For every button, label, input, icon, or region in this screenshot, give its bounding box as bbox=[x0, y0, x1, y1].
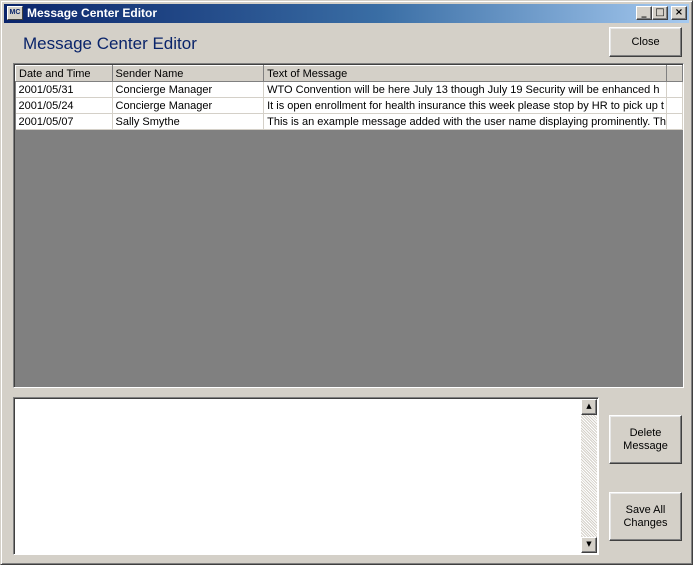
column-header-text[interactable]: Text of Message bbox=[263, 65, 667, 82]
cell-date[interactable]: 2001/05/31 bbox=[15, 81, 113, 98]
cell-spacer bbox=[666, 81, 683, 98]
cell-date[interactable]: 2001/05/24 bbox=[15, 97, 113, 114]
messages-table: Date and Time Sender Name Text of Messag… bbox=[15, 65, 683, 130]
save-all-changes-button[interactable]: Save All Changes bbox=[609, 492, 682, 541]
window-title: Message Center Editor bbox=[27, 6, 158, 20]
editor-scrollbar[interactable]: ▲ ▼ bbox=[581, 399, 597, 553]
message-text-content[interactable] bbox=[17, 400, 578, 552]
column-header-spacer bbox=[665, 65, 683, 82]
messages-grid[interactable]: Date and Time Sender Name Text of Messag… bbox=[13, 63, 684, 388]
table-row[interactable]: 2001/05/31 Concierge Manager WTO Convent… bbox=[15, 81, 683, 98]
scroll-down-icon[interactable]: ▼ bbox=[581, 537, 597, 553]
title-bar[interactable]: MC Message Center Editor _ □ × bbox=[4, 4, 689, 23]
message-center-editor-window: MC Message Center Editor _ □ × Message C… bbox=[0, 0, 693, 565]
cell-text[interactable]: WTO Convention will be here July 13 thou… bbox=[263, 81, 667, 98]
message-text-editor[interactable]: ▲ ▼ bbox=[13, 397, 599, 555]
cell-date[interactable]: 2001/05/07 bbox=[15, 113, 113, 130]
column-header-sender[interactable]: Sender Name bbox=[111, 65, 265, 82]
table-row[interactable]: 2001/05/24 Concierge Manager It is open … bbox=[15, 97, 683, 114]
close-button[interactable]: Close bbox=[609, 27, 682, 57]
window-close-button[interactable]: × bbox=[671, 6, 687, 20]
app-icon[interactable]: MC bbox=[7, 6, 23, 20]
cell-text[interactable]: This is an example message added with th… bbox=[263, 113, 667, 130]
cell-sender[interactable]: Concierge Manager bbox=[112, 97, 265, 114]
cell-text[interactable]: It is open enrollment for health insuran… bbox=[263, 97, 667, 114]
table-row[interactable]: 2001/05/07 Sally Smythe This is an examp… bbox=[15, 113, 683, 130]
table-header-row: Date and Time Sender Name Text of Messag… bbox=[15, 65, 683, 82]
cell-sender[interactable]: Concierge Manager bbox=[112, 81, 265, 98]
page-title: Message Center Editor bbox=[23, 34, 197, 53]
maximize-button[interactable]: □ bbox=[652, 6, 668, 20]
cell-spacer bbox=[666, 97, 683, 114]
column-header-date[interactable]: Date and Time bbox=[15, 65, 113, 82]
minimize-button[interactable]: _ bbox=[636, 6, 652, 20]
cell-sender[interactable]: Sally Smythe bbox=[112, 113, 265, 130]
delete-message-button[interactable]: Delete Message bbox=[609, 415, 682, 464]
cell-spacer bbox=[666, 113, 683, 130]
scroll-up-icon[interactable]: ▲ bbox=[581, 399, 597, 415]
